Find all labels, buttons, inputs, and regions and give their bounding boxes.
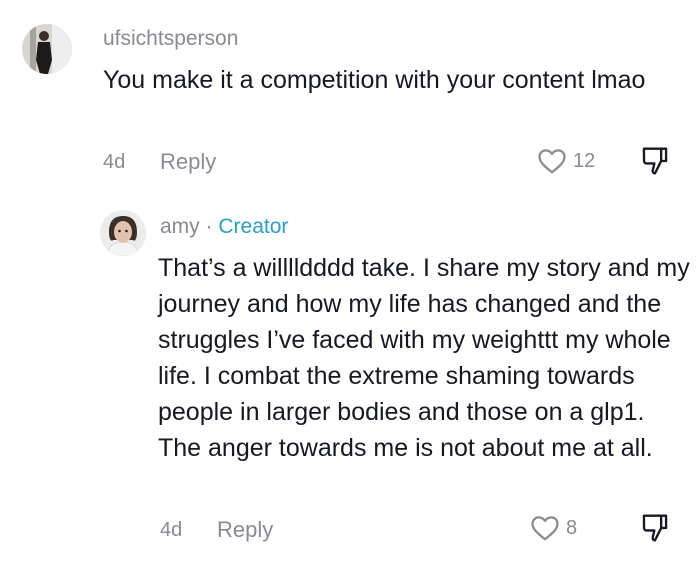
avatar[interactable]: [100, 210, 146, 256]
dislike-button[interactable]: [640, 145, 670, 177]
like-button[interactable]: 8: [530, 514, 577, 542]
user-photo-icon: [100, 210, 146, 256]
comment-date: 4d: [103, 151, 126, 173]
reply-username: amy · Creator: [160, 215, 288, 239]
reply-button[interactable]: Reply: [217, 517, 273, 543]
user-photo-icon: [22, 24, 72, 74]
like-count: 12: [573, 149, 596, 172]
like-button[interactable]: 12: [537, 147, 595, 175]
avatar[interactable]: [22, 24, 72, 74]
comment-date: 4d: [160, 519, 183, 541]
thumbs-down-icon: [640, 512, 670, 544]
comment-username[interactable]: ufsichtsperson: [103, 27, 238, 51]
reply-author-name[interactable]: amy: [160, 215, 200, 238]
comment-text: That’s a willlldddd take. I share my sto…: [158, 254, 690, 462]
dislike-button[interactable]: [640, 512, 670, 544]
comment-text: You make it a competition with your cont…: [103, 66, 646, 94]
thumbs-down-icon: [640, 145, 670, 177]
separator: ·: [199, 215, 219, 238]
reply-button[interactable]: Reply: [160, 149, 216, 175]
heart-outline-icon: [537, 147, 567, 175]
creator-badge: Creator: [218, 215, 289, 238]
heart-outline-icon: [530, 514, 560, 542]
like-count: 8: [566, 516, 578, 539]
